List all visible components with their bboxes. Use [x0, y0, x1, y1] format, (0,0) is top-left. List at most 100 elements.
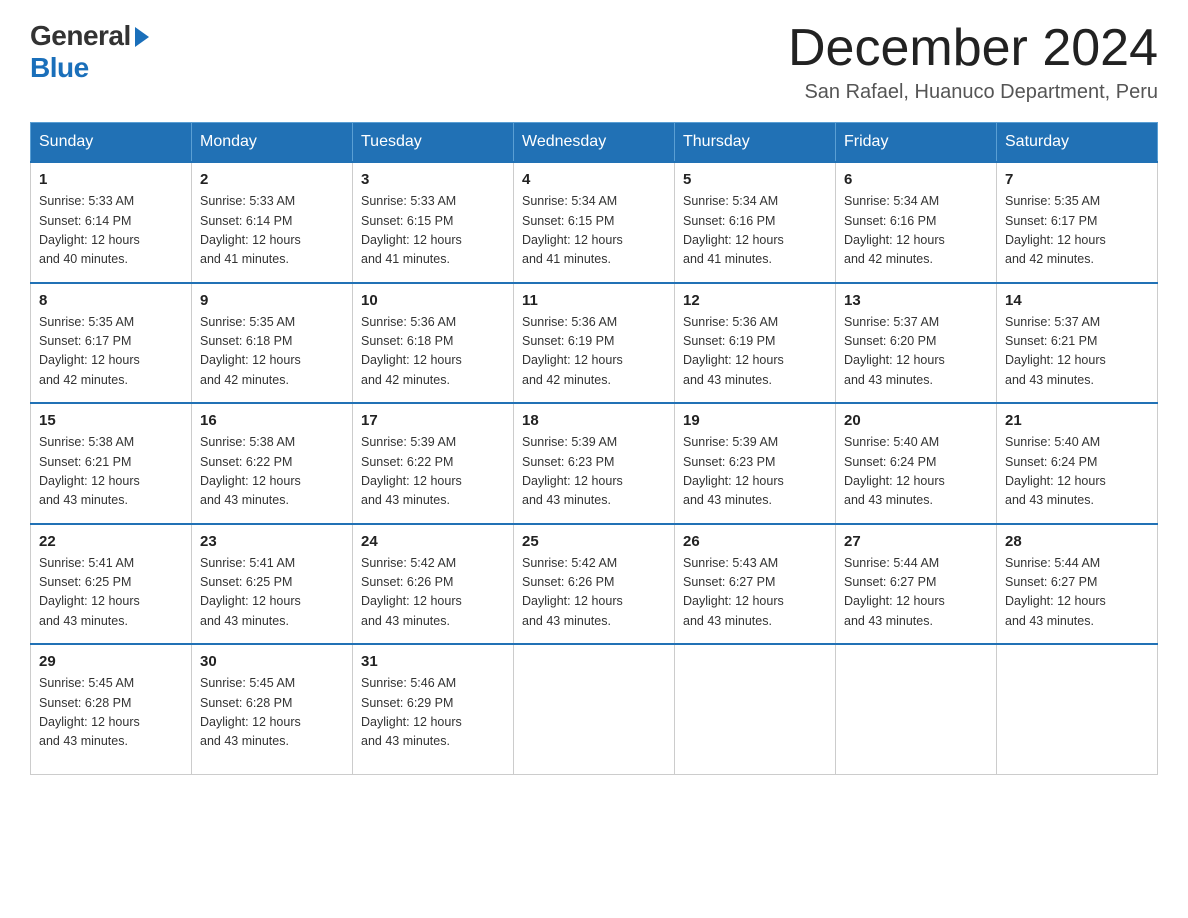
table-row: [514, 644, 675, 774]
day-number: 25: [522, 533, 666, 550]
day-info: Sunrise: 5:37 AM Sunset: 6:21 PM Dayligh…: [1005, 313, 1149, 391]
day-info: Sunrise: 5:41 AM Sunset: 6:25 PM Dayligh…: [39, 554, 183, 632]
day-number: 24: [361, 533, 505, 550]
table-row: 8 Sunrise: 5:35 AM Sunset: 6:17 PM Dayli…: [31, 283, 192, 404]
sunset-label: Sunset: 6:18 PM: [361, 334, 453, 348]
daylight-label: Daylight: 12 hours: [200, 715, 301, 729]
sunset-label: Sunset: 6:21 PM: [39, 455, 131, 469]
daylight-minutes: and 43 minutes.: [844, 373, 933, 387]
day-info: Sunrise: 5:35 AM Sunset: 6:17 PM Dayligh…: [1005, 192, 1149, 270]
day-info: Sunrise: 5:41 AM Sunset: 6:25 PM Dayligh…: [200, 554, 344, 632]
day-number: 10: [361, 292, 505, 309]
location-text: San Rafael, Huanuco Department, Peru: [788, 81, 1158, 104]
daylight-minutes: and 43 minutes.: [1005, 493, 1094, 507]
daylight-minutes: and 41 minutes.: [683, 252, 772, 266]
day-number: 26: [683, 533, 827, 550]
daylight-minutes: and 42 minutes.: [200, 373, 289, 387]
table-row: 26 Sunrise: 5:43 AM Sunset: 6:27 PM Dayl…: [675, 524, 836, 645]
day-number: 1: [39, 171, 183, 188]
daylight-minutes: and 43 minutes.: [361, 734, 450, 748]
day-info: Sunrise: 5:36 AM Sunset: 6:19 PM Dayligh…: [683, 313, 827, 391]
day-info: Sunrise: 5:42 AM Sunset: 6:26 PM Dayligh…: [361, 554, 505, 632]
sunset-label: Sunset: 6:25 PM: [39, 575, 131, 589]
daylight-minutes: and 43 minutes.: [39, 493, 128, 507]
day-number: 17: [361, 412, 505, 429]
day-info: Sunrise: 5:40 AM Sunset: 6:24 PM Dayligh…: [844, 433, 988, 511]
day-number: 6: [844, 171, 988, 188]
daylight-label: Daylight: 12 hours: [39, 594, 140, 608]
sunset-label: Sunset: 6:28 PM: [200, 696, 292, 710]
daylight-label: Daylight: 12 hours: [39, 353, 140, 367]
daylight-label: Daylight: 12 hours: [683, 474, 784, 488]
sunrise-label: Sunrise: 5:36 AM: [522, 315, 617, 329]
sunrise-label: Sunrise: 5:33 AM: [361, 194, 456, 208]
sunrise-label: Sunrise: 5:40 AM: [1005, 435, 1100, 449]
day-number: 11: [522, 292, 666, 309]
daylight-minutes: and 43 minutes.: [1005, 614, 1094, 628]
sunrise-label: Sunrise: 5:43 AM: [683, 556, 778, 570]
day-number: 31: [361, 653, 505, 670]
table-row: 6 Sunrise: 5:34 AM Sunset: 6:16 PM Dayli…: [836, 162, 997, 283]
daylight-label: Daylight: 12 hours: [200, 233, 301, 247]
daylight-minutes: and 43 minutes.: [39, 614, 128, 628]
daylight-label: Daylight: 12 hours: [844, 474, 945, 488]
daylight-minutes: and 42 minutes.: [844, 252, 933, 266]
sunset-label: Sunset: 6:26 PM: [522, 575, 614, 589]
day-info: Sunrise: 5:40 AM Sunset: 6:24 PM Dayligh…: [1005, 433, 1149, 511]
day-number: 14: [1005, 292, 1149, 309]
logo-blue-text: Blue: [30, 52, 89, 84]
table-row: 10 Sunrise: 5:36 AM Sunset: 6:18 PM Dayl…: [353, 283, 514, 404]
daylight-label: Daylight: 12 hours: [683, 594, 784, 608]
day-number: 27: [844, 533, 988, 550]
daylight-label: Daylight: 12 hours: [844, 233, 945, 247]
sunrise-label: Sunrise: 5:34 AM: [844, 194, 939, 208]
sunrise-label: Sunrise: 5:37 AM: [844, 315, 939, 329]
daylight-minutes: and 43 minutes.: [844, 493, 933, 507]
sunrise-label: Sunrise: 5:39 AM: [361, 435, 456, 449]
logo: General Blue: [30, 20, 153, 84]
day-info: Sunrise: 5:46 AM Sunset: 6:29 PM Dayligh…: [361, 674, 505, 752]
table-row: 15 Sunrise: 5:38 AM Sunset: 6:21 PM Dayl…: [31, 403, 192, 524]
table-row: 5 Sunrise: 5:34 AM Sunset: 6:16 PM Dayli…: [675, 162, 836, 283]
daylight-label: Daylight: 12 hours: [522, 233, 623, 247]
table-row: 12 Sunrise: 5:36 AM Sunset: 6:19 PM Dayl…: [675, 283, 836, 404]
sunrise-label: Sunrise: 5:44 AM: [1005, 556, 1100, 570]
daylight-label: Daylight: 12 hours: [522, 474, 623, 488]
daylight-label: Daylight: 12 hours: [1005, 353, 1106, 367]
day-number: 5: [683, 171, 827, 188]
sunrise-label: Sunrise: 5:36 AM: [683, 315, 778, 329]
daylight-minutes: and 43 minutes.: [844, 614, 933, 628]
table-row: 17 Sunrise: 5:39 AM Sunset: 6:22 PM Dayl…: [353, 403, 514, 524]
daylight-minutes: and 43 minutes.: [1005, 373, 1094, 387]
sunset-label: Sunset: 6:19 PM: [683, 334, 775, 348]
table-row: 16 Sunrise: 5:38 AM Sunset: 6:22 PM Dayl…: [192, 403, 353, 524]
sunset-label: Sunset: 6:24 PM: [844, 455, 936, 469]
sunrise-label: Sunrise: 5:34 AM: [683, 194, 778, 208]
day-number: 19: [683, 412, 827, 429]
daylight-minutes: and 43 minutes.: [200, 734, 289, 748]
day-number: 9: [200, 292, 344, 309]
title-section: December 2024 San Rafael, Huanuco Depart…: [788, 20, 1158, 104]
sunrise-label: Sunrise: 5:39 AM: [683, 435, 778, 449]
sunrise-label: Sunrise: 5:35 AM: [200, 315, 295, 329]
daylight-minutes: and 43 minutes.: [361, 614, 450, 628]
day-info: Sunrise: 5:42 AM Sunset: 6:26 PM Dayligh…: [522, 554, 666, 632]
daylight-minutes: and 43 minutes.: [522, 493, 611, 507]
logo-general-text: General: [30, 20, 131, 52]
sunset-label: Sunset: 6:15 PM: [522, 214, 614, 228]
day-number: 16: [200, 412, 344, 429]
daylight-label: Daylight: 12 hours: [361, 353, 462, 367]
sunrise-label: Sunrise: 5:42 AM: [522, 556, 617, 570]
sunset-label: Sunset: 6:28 PM: [39, 696, 131, 710]
daylight-label: Daylight: 12 hours: [200, 474, 301, 488]
header-sunday: Sunday: [31, 123, 192, 163]
daylight-minutes: and 41 minutes.: [361, 252, 450, 266]
day-number: 8: [39, 292, 183, 309]
daylight-label: Daylight: 12 hours: [39, 474, 140, 488]
sunrise-label: Sunrise: 5:35 AM: [39, 315, 134, 329]
table-row: 22 Sunrise: 5:41 AM Sunset: 6:25 PM Dayl…: [31, 524, 192, 645]
table-row: 20 Sunrise: 5:40 AM Sunset: 6:24 PM Dayl…: [836, 403, 997, 524]
sunset-label: Sunset: 6:27 PM: [683, 575, 775, 589]
day-number: 29: [39, 653, 183, 670]
sunrise-label: Sunrise: 5:35 AM: [1005, 194, 1100, 208]
